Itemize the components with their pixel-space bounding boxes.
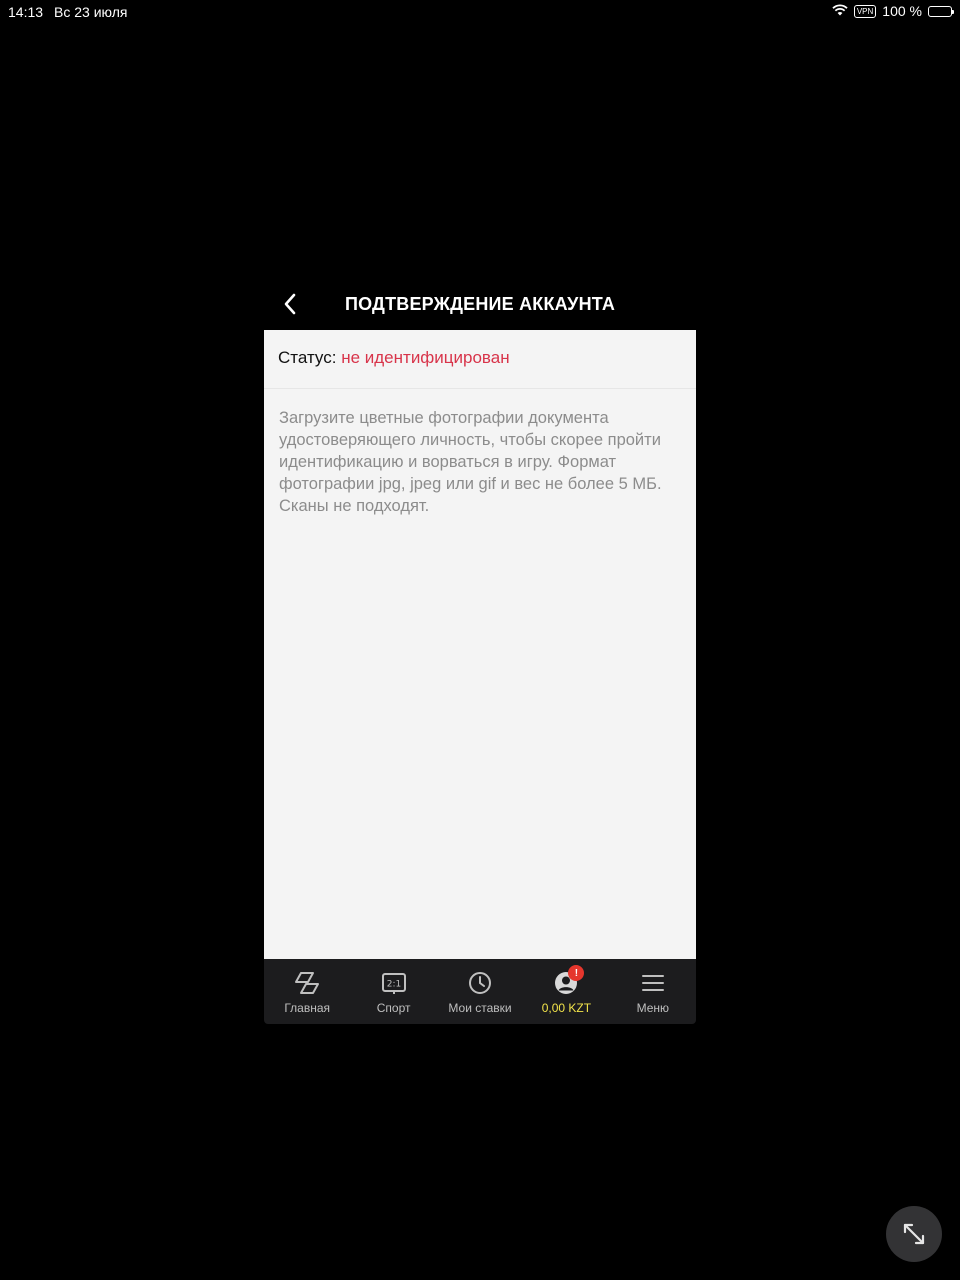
notification-badge: ! bbox=[568, 965, 585, 981]
resize-icon bbox=[903, 1223, 925, 1245]
description-text: Загрузите цветные фотографии документа у… bbox=[279, 409, 662, 515]
status-time: 14:13 bbox=[8, 4, 44, 20]
header: ПОДТВЕРЖДЕНИЕ АККАУНТА bbox=[264, 280, 696, 330]
bottom-tabbar: Главная 2:1 Спорт Мои ставки ! 0,00 KZT … bbox=[264, 959, 696, 1024]
tab-my-bets-label: Мои ставки bbox=[448, 1001, 512, 1015]
tab-sport-label: Спорт bbox=[376, 1001, 411, 1015]
status-row: Статус: не идентифицирован bbox=[264, 330, 696, 389]
tab-balance[interactable]: ! 0,00 KZT bbox=[523, 959, 609, 1024]
clock-icon bbox=[469, 972, 492, 994]
vpn-badge: VPN bbox=[853, 4, 877, 18]
menu-icon bbox=[641, 975, 664, 991]
tab-sport[interactable]: 2:1 Спорт bbox=[350, 959, 436, 1024]
tab-menu[interactable]: Меню bbox=[610, 959, 696, 1024]
status-right: VPN 100 % bbox=[832, 3, 954, 19]
status-value: не идентифицирован bbox=[341, 348, 510, 367]
tab-home-label: Главная bbox=[284, 1001, 331, 1015]
status-date: Вс 23 июля bbox=[54, 4, 128, 20]
status-label: Статус: bbox=[278, 348, 337, 367]
wifi-icon bbox=[832, 3, 848, 19]
tab-home[interactable]: Главная bbox=[264, 959, 350, 1024]
page-title: ПОДТВЕРЖДЕНИЕ АККАУНТА bbox=[344, 294, 616, 314]
scoreboard-icon: 2:1 bbox=[381, 973, 406, 994]
status-bar: 14:13 Вс 23 июля VPN 100 % bbox=[0, 0, 960, 24]
home-icon bbox=[295, 972, 320, 994]
tab-balance-label: 0,00 KZT bbox=[541, 1001, 592, 1015]
resize-button[interactable] bbox=[886, 1206, 942, 1262]
svg-text:2:1: 2:1 bbox=[386, 980, 400, 990]
tab-menu-label: Меню bbox=[636, 1001, 670, 1015]
screen: 14:13 Вс 23 июля VPN 100 % ПОДТВЕРЖДЕНИЕ… bbox=[0, 0, 960, 1280]
tab-my-bets[interactable]: Мои ставки bbox=[437, 959, 523, 1024]
content-panel: Статус: не идентифицирован Загрузите цве… bbox=[264, 330, 696, 959]
app-window: ПОДТВЕРЖДЕНИЕ АККАУНТА Статус: не иденти… bbox=[264, 280, 696, 1024]
battery-percent: 100 % bbox=[882, 3, 922, 19]
battery-icon bbox=[928, 5, 954, 17]
